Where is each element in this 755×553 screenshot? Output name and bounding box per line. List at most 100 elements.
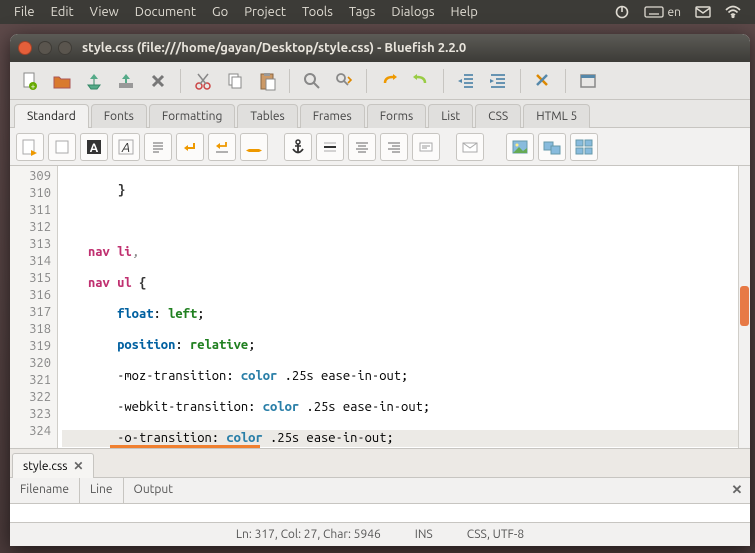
paragraph-button[interactable] [144, 133, 172, 161]
keyboard-icon[interactable]: en [644, 4, 681, 20]
output-panel-header: Filename Line Output ✕ [10, 478, 750, 504]
image-button[interactable] [506, 133, 534, 161]
line-number: 311 [10, 202, 57, 219]
line-number: 321 [10, 372, 57, 389]
redo-button[interactable] [407, 67, 435, 95]
new-file-button[interactable]: + [16, 67, 44, 95]
document-tab-label: style.css [23, 460, 67, 473]
output-col-filename[interactable]: Filename [10, 478, 80, 503]
close-button[interactable] [18, 41, 32, 55]
menu-help[interactable]: Help [443, 1, 486, 23]
bold-button[interactable]: A [80, 133, 108, 161]
line-number: 314 [10, 253, 57, 270]
tab-fonts[interactable]: Fonts [91, 104, 147, 128]
menu-tags[interactable]: Tags [341, 1, 384, 23]
line-number: 310 [10, 185, 57, 202]
cut-button[interactable] [189, 67, 217, 95]
nbsp-button[interactable] [240, 133, 268, 161]
hrule-button[interactable] [316, 133, 344, 161]
tab-html5[interactable]: HTML 5 [523, 104, 590, 128]
menu-tools[interactable]: Tools [294, 1, 341, 23]
multithumbnail-button[interactable] [570, 133, 598, 161]
save-button[interactable] [80, 67, 108, 95]
tab-css[interactable]: CSS [475, 104, 521, 128]
minimize-button[interactable] [38, 41, 52, 55]
svg-text:+: + [31, 82, 36, 91]
status-syntax-encoding[interactable]: CSS, UTF-8 [467, 528, 524, 541]
line-number: 323 [10, 406, 57, 423]
quickstart-button[interactable] [16, 133, 44, 161]
window-title: style.css (file:///home/gayan/Desktop/st… [82, 41, 466, 55]
body-button[interactable] [48, 133, 76, 161]
tab-list[interactable]: List [428, 104, 473, 128]
comment-button[interactable] [412, 133, 440, 161]
menu-dialogs[interactable]: Dialogs [383, 1, 442, 23]
line-number: 313 [10, 236, 57, 253]
line-number: 315 [10, 270, 57, 287]
toolbar-separator [520, 69, 521, 93]
app-menus: File Edit View Document Go Project Tools… [6, 1, 486, 23]
thumbnail-button[interactable] [538, 133, 566, 161]
maximize-button[interactable] [58, 41, 72, 55]
line-number: 324 [10, 423, 57, 440]
italic-button[interactable]: A [112, 133, 140, 161]
keyboard-lang: en [668, 6, 681, 19]
center-button[interactable] [348, 133, 376, 161]
output-col-line[interactable]: Line [80, 478, 124, 503]
indent-button[interactable] [484, 67, 512, 95]
menu-edit[interactable]: Edit [43, 1, 82, 23]
close-icon[interactable]: ✕ [73, 459, 83, 473]
undo-button[interactable] [375, 67, 403, 95]
line-number: 320 [10, 355, 57, 372]
menu-view[interactable]: View [82, 1, 127, 23]
close-output-button[interactable]: ✕ [724, 478, 750, 503]
scroll-thumb[interactable] [740, 286, 749, 326]
tab-frames[interactable]: Frames [300, 104, 365, 128]
tab-forms[interactable]: Forms [367, 104, 426, 128]
open-file-button[interactable] [48, 67, 76, 95]
fullscreen-button[interactable] [574, 67, 602, 95]
statusbar: Ln: 317, Col: 27, Char: 5946 INS CSS, UT… [10, 522, 750, 546]
paste-button[interactable] [253, 67, 281, 95]
preferences-button[interactable] [529, 67, 557, 95]
find-replace-button[interactable] [330, 67, 358, 95]
rightalign-button[interactable] [380, 133, 408, 161]
save-as-button[interactable] [112, 67, 140, 95]
vertical-scrollbar[interactable] [738, 166, 750, 448]
document-tab-stylecss[interactable]: style.css ✕ [12, 453, 94, 478]
toolbar-separator [289, 69, 290, 93]
status-insert-mode[interactable]: INS [415, 528, 433, 541]
titlebar[interactable]: style.css (file:///home/gayan/Desktop/st… [10, 34, 750, 62]
system-menubar: File Edit View Document Go Project Tools… [0, 0, 755, 24]
anchor-button[interactable] [284, 133, 312, 161]
unindent-button[interactable] [452, 67, 480, 95]
line-number: 312 [10, 219, 57, 236]
line-number: 317 [10, 304, 57, 321]
close-file-button[interactable] [144, 67, 172, 95]
find-button[interactable] [298, 67, 326, 95]
tab-formatting[interactable]: Formatting [149, 104, 236, 128]
svg-text:A: A [90, 142, 99, 155]
copy-button[interactable] [221, 67, 249, 95]
main-toolbar: + [10, 62, 750, 100]
line-number: 319 [10, 338, 57, 355]
code-editor[interactable]: } nav li, nav ul { float: left; position… [58, 166, 738, 448]
window-controls [18, 41, 72, 55]
mail-icon[interactable] [695, 4, 711, 20]
menu-project[interactable]: Project [236, 1, 294, 23]
email-button[interactable] [456, 133, 484, 161]
breakclear-button[interactable] [208, 133, 236, 161]
menu-go[interactable]: Go [204, 1, 236, 23]
toolbar-separator [366, 69, 367, 93]
shutdown-icon[interactable] [614, 4, 630, 20]
tab-tables[interactable]: Tables [237, 104, 297, 128]
line-number: 309 [10, 168, 57, 185]
break-button[interactable] [176, 133, 204, 161]
menu-document[interactable]: Document [127, 1, 204, 23]
category-tabs: Standard Fonts Formatting Tables Frames … [10, 100, 750, 128]
editor-area: 309 310 311 312 313 314 315 316 317 318 … [10, 166, 750, 448]
menu-file[interactable]: File [6, 1, 43, 23]
wifi-icon[interactable] [725, 4, 741, 20]
tab-standard[interactable]: Standard [14, 104, 89, 128]
output-col-output[interactable]: Output [124, 478, 724, 503]
